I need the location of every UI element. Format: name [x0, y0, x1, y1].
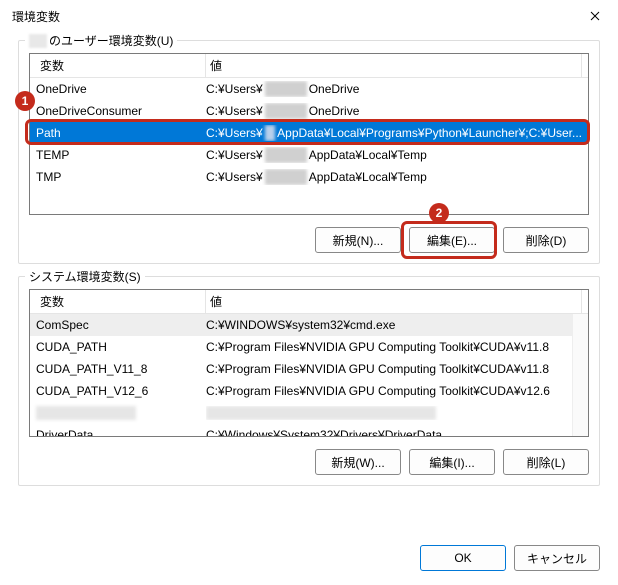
list-row-path[interactable]: Path C:¥Users¥AppData¥Local¥Programs¥Pyt…: [30, 122, 588, 144]
close-button[interactable]: [572, 0, 618, 32]
list-header: 変数 値: [30, 290, 588, 314]
var-value: C:¥Program Files¥NVIDIA GPU Computing To…: [206, 340, 582, 354]
list-row[interactable]: TMP C:¥Users¥AppData¥Local¥Temp: [30, 166, 588, 188]
var-value: C:¥Windows¥System32¥Drivers¥DriverData: [206, 428, 582, 437]
list-header: 変数 値: [30, 54, 588, 78]
window-title: 環境変数: [12, 8, 60, 25]
var-value: C:¥Program Files¥NVIDIA GPU Computing To…: [206, 362, 582, 376]
var-value: C:¥Users¥AppData¥Local¥Temp: [206, 169, 582, 185]
list-row[interactable]: TEMP C:¥Users¥AppData¥Local¥Temp: [30, 144, 588, 166]
user-vars-group: のユーザー環境変数(U) 変数 値 OneDrive C:¥Users¥OneD…: [18, 40, 600, 264]
user-button-row: 新規(N)... 編集(E)... 削除(D): [29, 227, 589, 253]
list-row[interactable]: OneDrive C:¥Users¥OneDrive: [30, 78, 588, 100]
user-delete-button[interactable]: 削除(D): [503, 227, 589, 253]
var-name: CUDA_PATH_V12_6: [36, 384, 206, 398]
list-row[interactable]: DriverData C:¥Windows¥System32¥Drivers¥D…: [30, 424, 588, 437]
user-new-button[interactable]: 新規(N)...: [315, 227, 401, 253]
system-delete-button[interactable]: 削除(L): [503, 449, 589, 475]
user-group-label: のユーザー環境変数(U): [49, 32, 173, 49]
user-vars-list[interactable]: 変数 値 OneDrive C:¥Users¥OneDrive OneDrive…: [29, 53, 589, 215]
var-name: [36, 406, 206, 420]
var-name: DriverData: [36, 428, 206, 437]
col-value[interactable]: 値: [206, 54, 582, 77]
col-value[interactable]: 値: [206, 290, 582, 313]
titlebar: 環境変数: [0, 0, 618, 32]
close-icon: [590, 11, 600, 21]
system-button-row: 新規(W)... 編集(I)... 削除(L): [29, 449, 589, 475]
cancel-button[interactable]: キャンセル: [514, 545, 600, 571]
var-value: [206, 406, 582, 420]
list-row[interactable]: ComSpec C:¥WINDOWS¥system32¥cmd.exe: [30, 314, 588, 336]
scrollbar[interactable]: [572, 314, 588, 436]
var-value: C:¥Users¥OneDrive: [206, 81, 582, 97]
redacted-username: [29, 34, 47, 48]
system-group-label: システム環境変数(S): [29, 268, 141, 285]
var-name: TMP: [36, 170, 206, 184]
var-name: ComSpec: [36, 318, 206, 332]
var-name: CUDA_PATH: [36, 340, 206, 354]
user-edit-button[interactable]: 編集(E)...: [409, 227, 495, 253]
list-row[interactable]: CUDA_PATH_V11_8 C:¥Program Files¥NVIDIA …: [30, 358, 588, 380]
var-value: C:¥WINDOWS¥system32¥cmd.exe: [206, 318, 582, 332]
ok-button[interactable]: OK: [420, 545, 506, 571]
var-name: TEMP: [36, 148, 206, 162]
callout-2: 2: [429, 203, 449, 223]
system-vars-group: システム環境変数(S) 変数 値 ComSpec C:¥WINDOWS¥syst…: [18, 276, 600, 486]
dialog-footer: OK キャンセル: [420, 545, 600, 571]
var-name: OneDriveConsumer: [36, 104, 206, 118]
callout-1: 1: [15, 91, 35, 111]
var-value: C:¥Users¥OneDrive: [206, 103, 582, 119]
var-value: C:¥Users¥AppData¥Local¥Temp: [206, 147, 582, 163]
list-row[interactable]: CUDA_PATH C:¥Program Files¥NVIDIA GPU Co…: [30, 336, 588, 358]
var-value: C:¥Users¥AppData¥Local¥Programs¥Python¥L…: [206, 125, 582, 141]
list-row[interactable]: OneDriveConsumer C:¥Users¥OneDrive: [30, 100, 588, 122]
col-variable[interactable]: 変数: [36, 290, 206, 313]
system-group-legend: システム環境変数(S): [25, 268, 145, 285]
col-variable[interactable]: 変数: [36, 54, 206, 77]
var-name: OneDrive: [36, 82, 206, 96]
list-row[interactable]: CUDA_PATH_V12_6 C:¥Program Files¥NVIDIA …: [30, 380, 588, 402]
var-value: C:¥Program Files¥NVIDIA GPU Computing To…: [206, 384, 582, 398]
user-group-legend: のユーザー環境変数(U): [25, 32, 177, 49]
system-new-button[interactable]: 新規(W)...: [315, 449, 401, 475]
list-row-redacted[interactable]: [30, 402, 588, 424]
system-vars-list[interactable]: 変数 値 ComSpec C:¥WINDOWS¥system32¥cmd.exe…: [29, 289, 589, 437]
system-edit-button[interactable]: 編集(I)...: [409, 449, 495, 475]
var-name: CUDA_PATH_V11_8: [36, 362, 206, 376]
var-name: Path: [36, 126, 206, 140]
